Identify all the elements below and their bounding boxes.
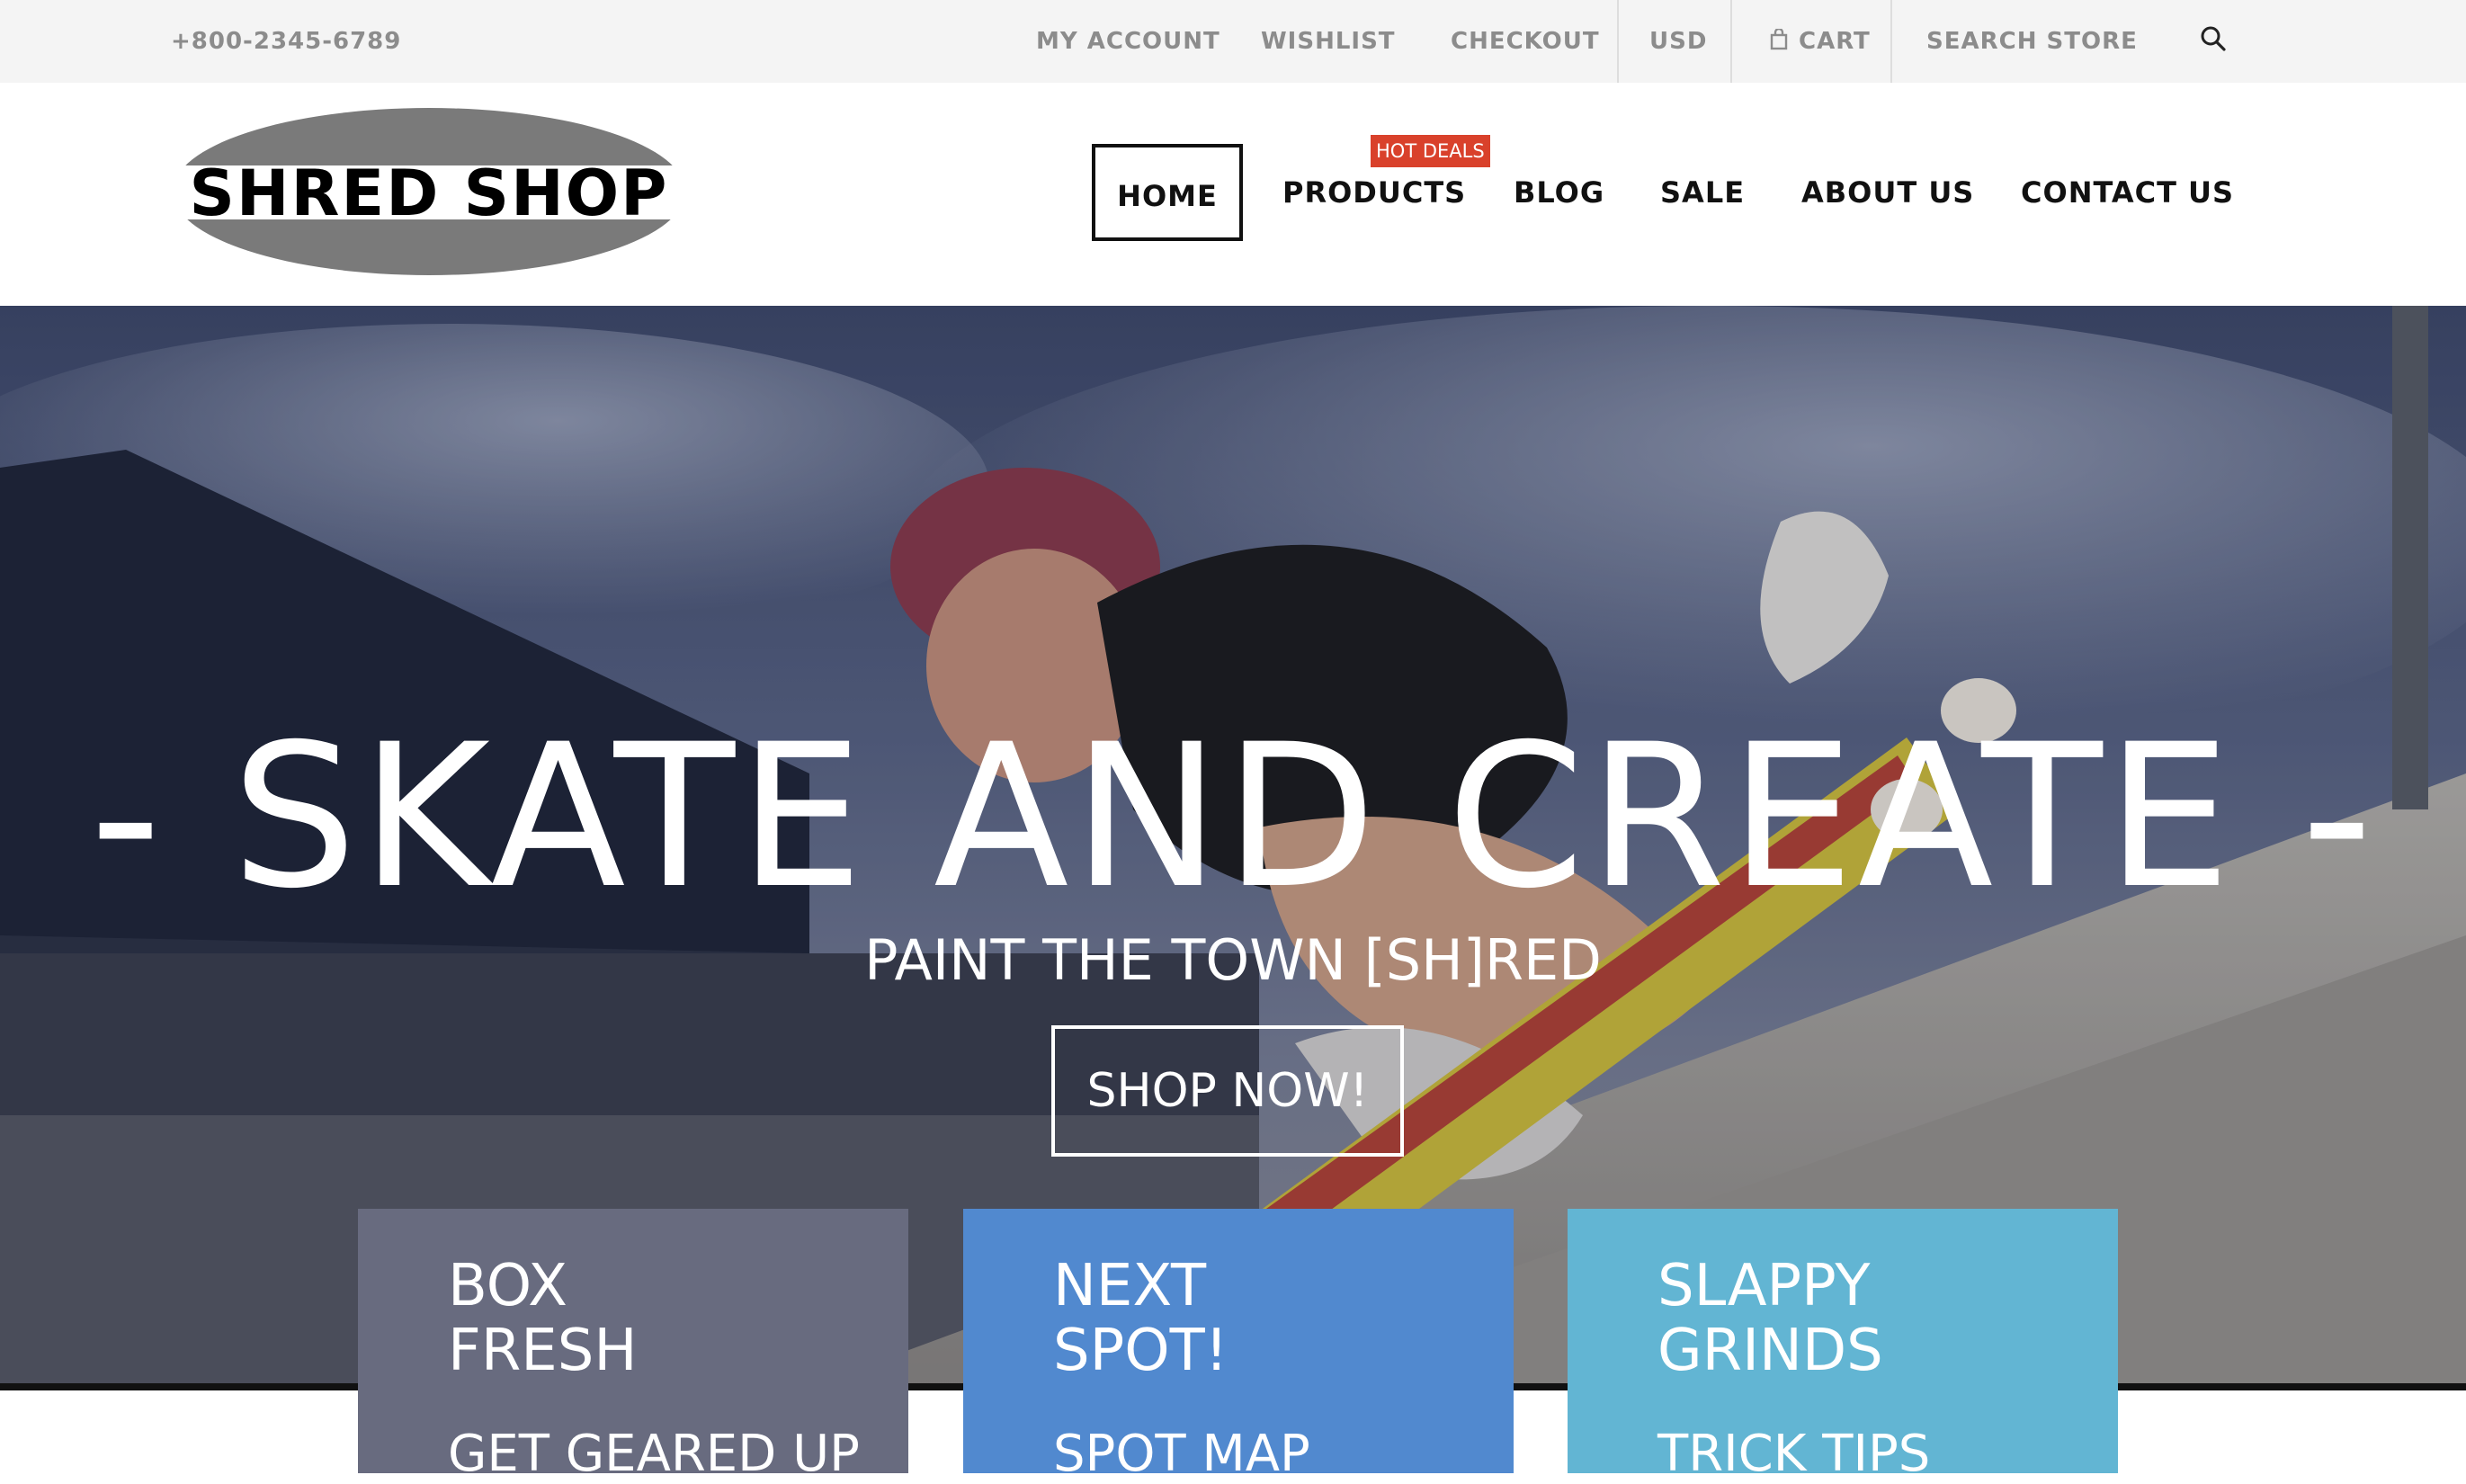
nav-contact-us[interactable]: CONTACT US xyxy=(2021,144,2234,241)
card-slappy-grinds[interactable]: SLAPPY GRINDS TRICK TIPS xyxy=(1568,1209,2118,1483)
card-title: SLAPPY GRINDS xyxy=(1657,1253,1883,1384)
cart-link[interactable]: CART xyxy=(1770,0,1871,83)
search-icon[interactable] xyxy=(2198,23,2229,54)
checkout-link[interactable]: CHECKOUT xyxy=(1451,0,1600,83)
logo-text: SHRED SHOP xyxy=(189,156,669,230)
currency-selector[interactable]: USD xyxy=(1649,0,1707,83)
card-link-get-geared-up[interactable]: GET GEARED UP xyxy=(448,1425,860,1484)
card-box-fresh[interactable]: BOX FRESH GET GEARED UP xyxy=(358,1209,908,1483)
card-link-trick-tips[interactable]: TRICK TIPS xyxy=(1657,1425,1930,1484)
hero-title: - SKATE AND CREATE - xyxy=(89,702,2377,932)
nav-home[interactable]: HOME xyxy=(1092,144,1243,241)
nav-blog[interactable]: BLOG xyxy=(1514,144,1604,241)
search-store-field[interactable]: SEARCH STORE xyxy=(1926,0,2138,83)
nav-about-us[interactable]: ABOUT US xyxy=(1801,144,1974,241)
card-next-spot[interactable]: NEXT SPOT! SPOT MAP xyxy=(963,1209,1514,1483)
my-account-link[interactable]: MY ACCOUNT xyxy=(1036,0,1220,83)
phone-number: +800-2345-6789 xyxy=(171,28,402,55)
shopping-bag-icon xyxy=(1770,2,1788,85)
hot-deals-badge: HOT DEALS xyxy=(1371,135,1490,167)
divider xyxy=(1617,0,1619,83)
wishlist-link[interactable]: WISHLIST xyxy=(1261,0,1396,83)
card-title: NEXT SPOT! xyxy=(1053,1253,1229,1384)
shred-shop-logo[interactable]: SHRED SHOP xyxy=(173,108,685,275)
top-utility-bar: +800-2345-6789 MY ACCOUNT WISHLIST CHECK… xyxy=(0,0,2466,83)
cart-label: CART xyxy=(1799,28,1871,55)
divider xyxy=(1730,0,1732,83)
card-title: BOX FRESH xyxy=(448,1253,638,1384)
hero-subtitle: PAINT THE TOWN [SH]RED xyxy=(864,927,1602,993)
nav-sale[interactable]: SALE xyxy=(1660,144,1745,241)
shop-now-button[interactable]: SHOP NOW! xyxy=(1051,1025,1404,1157)
divider xyxy=(1890,0,1892,83)
card-link-spot-map[interactable]: SPOT MAP xyxy=(1053,1425,1310,1484)
